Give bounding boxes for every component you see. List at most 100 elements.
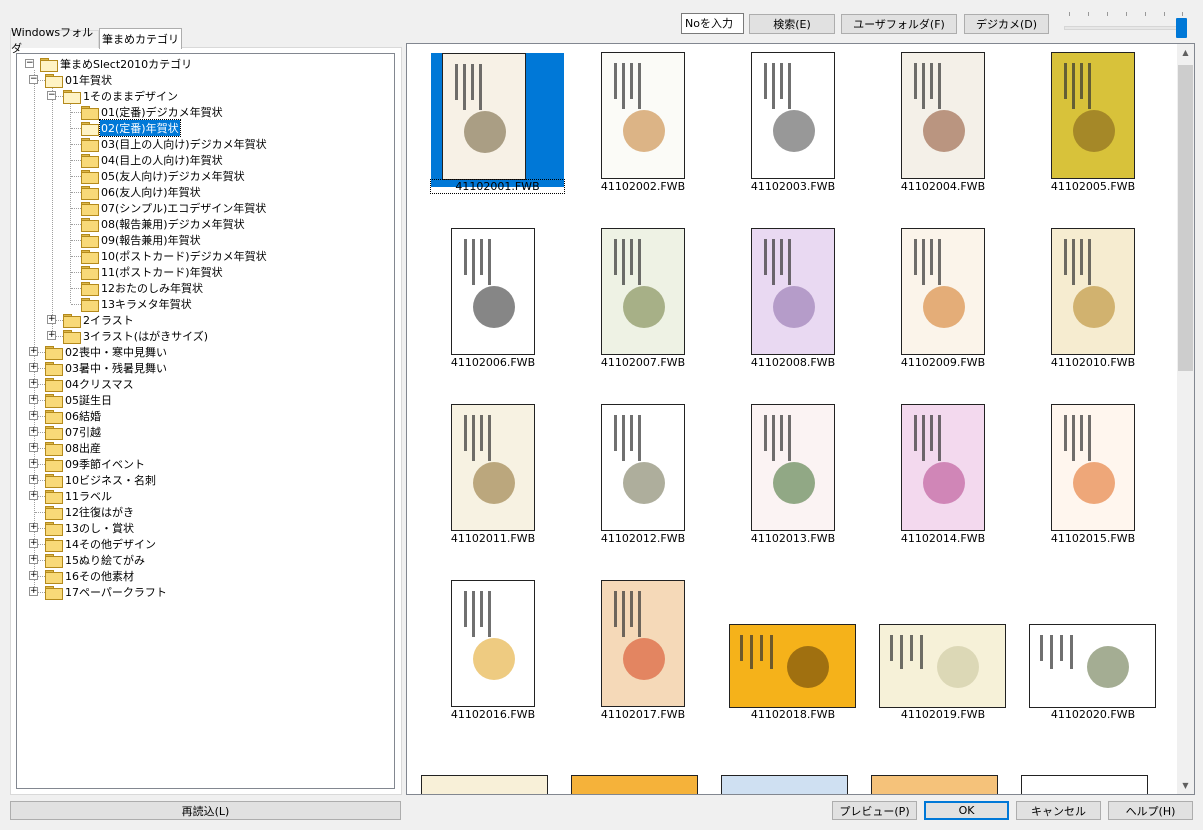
thumbnail-item[interactable]: 41102009.FWB (868, 224, 1018, 394)
collapse-icon[interactable]: − (25, 59, 34, 68)
thumbnail-image-partial[interactable] (571, 775, 698, 794)
tree-item[interactable]: 06(友人向け)年賀状 (69, 184, 202, 200)
thumbnail-item[interactable]: 41102003.FWB (718, 48, 868, 218)
thumbnail-item[interactable]: 41102018.FWB (718, 576, 868, 746)
expand-icon[interactable]: + (29, 427, 38, 436)
tree-item[interactable]: +14その他デザイン (29, 536, 157, 552)
expand-icon[interactable]: + (29, 571, 38, 580)
tree-item[interactable]: 01(定番)デジカメ年賀状 (69, 104, 224, 120)
thumbnail-item[interactable]: 41102001.FWB (418, 48, 568, 218)
thumbnail-image-partial[interactable] (421, 775, 548, 794)
tree-item[interactable]: +15ぬり絵てがみ (29, 552, 146, 568)
tree-root[interactable]: − 筆まめSlect2010カテゴリ (25, 56, 193, 72)
expand-icon[interactable]: + (29, 443, 38, 452)
tree-item[interactable]: +06結婚 (29, 408, 102, 424)
tree-item[interactable]: 04(目上の人向け)年賀状 (69, 152, 224, 168)
reload-button[interactable]: 再読込(L) (10, 801, 401, 820)
collapse-icon[interactable]: − (29, 75, 38, 84)
tree-item[interactable]: +11ラベル (29, 488, 113, 504)
cancel-button[interactable]: キャンセル (1016, 801, 1101, 820)
scroll-down-arrow-icon[interactable]: ▼ (1177, 777, 1194, 794)
thumbnail-item[interactable]: 41102017.FWB (568, 576, 718, 746)
expand-icon[interactable]: + (29, 411, 38, 420)
card-motif (1073, 286, 1115, 329)
tab-fudemame-category[interactable]: 筆まめカテゴリ (99, 28, 182, 49)
tree-item[interactable]: 02(定番)年賀状 (69, 119, 181, 137)
tree-item[interactable]: +02喪中・寒中見舞い (29, 344, 168, 360)
search-button[interactable]: 検索(E) (749, 14, 835, 34)
vertical-scrollbar[interactable]: ▲ ▼ (1177, 44, 1194, 794)
card-text-stroke (472, 415, 475, 461)
expand-icon[interactable]: + (29, 347, 38, 356)
collapse-icon[interactable]: − (47, 91, 56, 100)
thumbnail-item[interactable]: 41102019.FWB (868, 576, 1018, 746)
thumbnail-item[interactable]: 41102011.FWB (418, 400, 568, 570)
expand-icon[interactable]: + (29, 395, 38, 404)
scroll-up-arrow-icon[interactable]: ▲ (1177, 44, 1194, 61)
thumbnail-item[interactable]: 41102013.FWB (718, 400, 868, 570)
thumbnail-item[interactable]: 41102014.FWB (868, 400, 1018, 570)
tree-item[interactable]: +07引越 (29, 424, 102, 440)
tree-item[interactable]: − 01年賀状 (29, 72, 113, 88)
tree-item[interactable]: 10(ポストカード)デジカメ年賀状 (69, 248, 268, 264)
card-motif (773, 110, 815, 153)
thumbnail-item[interactable]: 41102004.FWB (868, 48, 1018, 218)
expand-icon[interactable]: + (29, 491, 38, 500)
tree-item[interactable]: 11(ポストカード)年賀状 (69, 264, 224, 280)
expand-icon[interactable]: + (29, 523, 38, 532)
tree-item[interactable]: +2イラスト (47, 312, 135, 328)
user-folder-button[interactable]: ユーザフォルダ(F) (841, 14, 957, 34)
tree-item[interactable]: − 1そのままデザイン (47, 88, 179, 104)
tree-item[interactable]: 13キラメタ年賀状 (69, 296, 193, 312)
thumbnail-item[interactable]: 41102016.FWB (418, 576, 568, 746)
tree-item[interactable]: 08(報告兼用)デジカメ年賀状 (69, 216, 246, 232)
thumbnail-item[interactable]: 41102007.FWB (568, 224, 718, 394)
thumbnail-image-partial[interactable] (1021, 775, 1148, 794)
folder-icon (45, 394, 63, 408)
tree-item[interactable]: 09(報告兼用)年賀状 (69, 232, 202, 248)
expand-icon[interactable]: + (29, 555, 38, 564)
expand-icon[interactable]: + (29, 475, 38, 484)
tree-item[interactable]: +08出産 (29, 440, 102, 456)
thumbnail-image-partial[interactable] (871, 775, 998, 794)
number-input[interactable]: Noを入力 (681, 13, 744, 34)
scroll-thumb[interactable] (1178, 65, 1193, 371)
tree-item[interactable]: +03暑中・残暑見舞い (29, 360, 168, 376)
expand-icon[interactable]: + (47, 315, 56, 324)
tree-item[interactable]: +17ペーパークラフト (29, 584, 168, 600)
help-button[interactable]: ヘルプ(H) (1108, 801, 1193, 820)
thumbnail-item[interactable]: 41102008.FWB (718, 224, 868, 394)
thumbnail-item[interactable]: 41102020.FWB (1018, 576, 1168, 746)
tree-item[interactable]: +05誕生日 (29, 392, 113, 408)
thumbnail-image-partial[interactable] (721, 775, 848, 794)
digicam-button[interactable]: デジカメ(D) (964, 14, 1049, 34)
thumbnail-item[interactable]: 41102015.FWB (1018, 400, 1168, 570)
expand-icon[interactable]: + (29, 587, 38, 596)
expand-icon[interactable]: + (29, 363, 38, 372)
tree-item[interactable]: +04クリスマス (29, 376, 135, 392)
tree-item[interactable]: 03(目上の人向け)デジカメ年賀状 (69, 136, 268, 152)
expand-icon[interactable]: + (47, 331, 56, 340)
tree-item[interactable]: 12往復はがき (33, 504, 135, 520)
expand-icon[interactable]: + (29, 539, 38, 548)
thumbnail-item[interactable]: 41102005.FWB (1018, 48, 1168, 218)
thumbnail-item[interactable]: 41102002.FWB (568, 48, 718, 218)
thumbnail-item[interactable]: 41102012.FWB (568, 400, 718, 570)
ok-button[interactable]: OK (924, 801, 1009, 820)
expand-icon[interactable]: + (29, 379, 38, 388)
folder-icon (81, 218, 99, 232)
preview-button[interactable]: プレビュー(P) (832, 801, 917, 820)
tree-item[interactable]: +10ビジネス・名刺 (29, 472, 157, 488)
tree-item[interactable]: +13のし・賞状 (29, 520, 135, 536)
tree-item[interactable]: +3イラスト(はがきサイズ) (47, 328, 209, 344)
tree-item[interactable]: +16その他素材 (29, 568, 135, 584)
thumbnail-item[interactable]: 41102010.FWB (1018, 224, 1168, 394)
tab-windows-folder[interactable]: Windowsフォルダ (10, 26, 99, 55)
tree-item[interactable]: +09季節イベント (29, 456, 146, 472)
tree-item[interactable]: 05(友人向け)デジカメ年賀状 (69, 168, 246, 184)
expand-icon[interactable]: + (29, 459, 38, 468)
tree-item[interactable]: 12おたのしみ年賀状 (69, 280, 204, 296)
slider-thumb[interactable] (1176, 18, 1187, 38)
thumbnail-item[interactable]: 41102006.FWB (418, 224, 568, 394)
tree-item[interactable]: 07(シンプル)エコデザイン年賀状 (69, 200, 267, 216)
